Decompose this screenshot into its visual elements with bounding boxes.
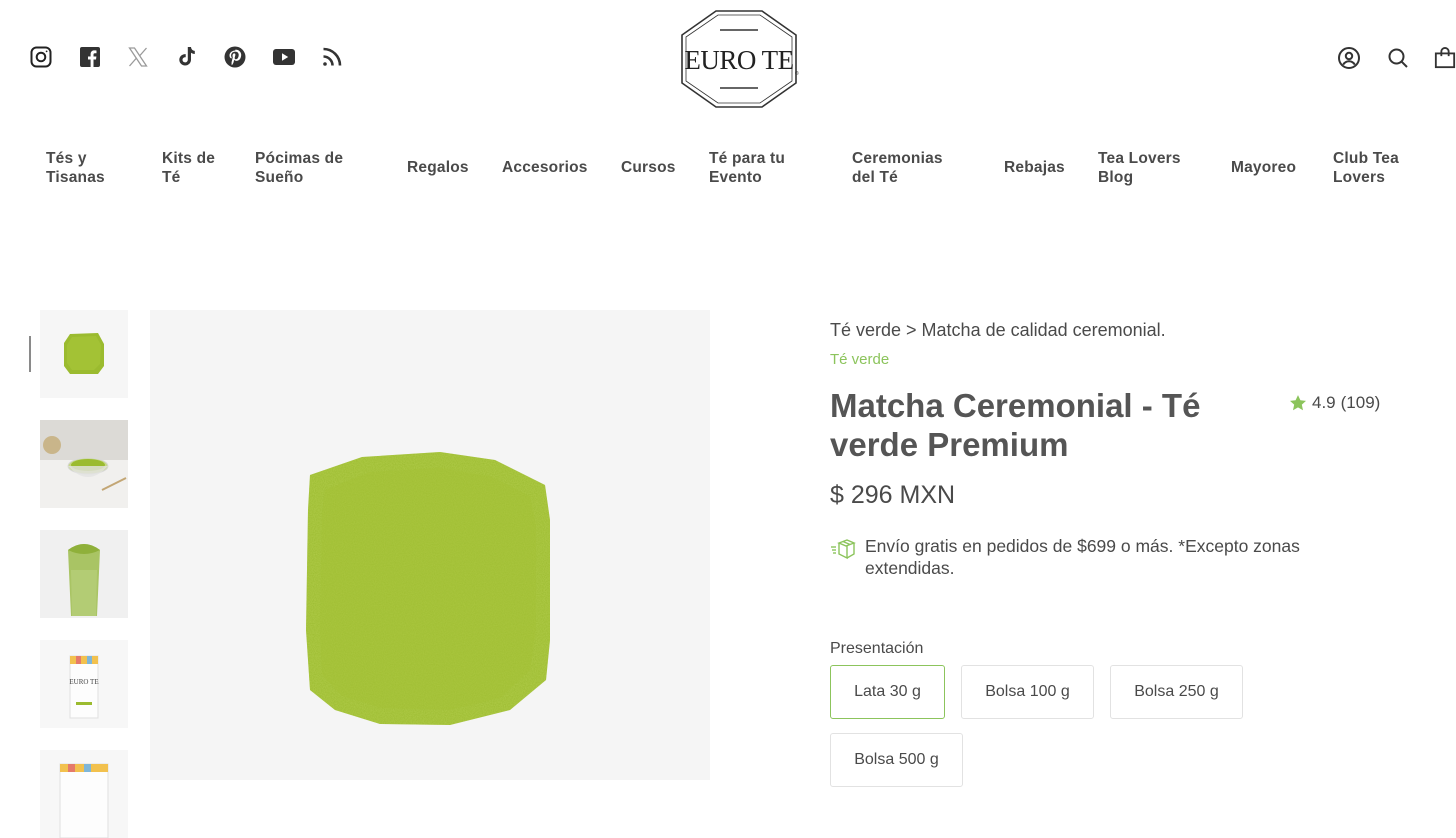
search-icon[interactable] bbox=[1385, 45, 1411, 71]
shipping-note: Envío gratis en pedidos de $699 o más. *… bbox=[830, 535, 1345, 579]
nav-item-mayoreo[interactable]: Mayoreo bbox=[1231, 158, 1296, 177]
shipping-text: Envío gratis en pedidos de $699 o más. *… bbox=[865, 536, 1300, 578]
cart-icon[interactable] bbox=[1434, 45, 1456, 71]
main-nav: Tés y Tisanas Kits de Té Pócimas de Sueñ… bbox=[0, 149, 1456, 189]
x-twitter-icon[interactable] bbox=[125, 44, 151, 70]
nav-item-ceremonias-del-te[interactable]: Ceremonias del Té bbox=[852, 149, 943, 187]
shipping-box-icon bbox=[831, 539, 856, 560]
nav-item-cursos[interactable]: Cursos bbox=[621, 158, 676, 177]
thumbnail-matcha-package[interactable]: EURO TE bbox=[40, 640, 128, 728]
nav-item-regalos[interactable]: Regalos bbox=[407, 158, 469, 177]
tiktok-icon[interactable] bbox=[174, 44, 200, 70]
breadcrumb: Té verde > Matcha de calidad ceremonial. bbox=[830, 320, 1166, 340]
pinterest-icon[interactable] bbox=[222, 44, 248, 70]
product-price: $ 296 MXN bbox=[830, 481, 956, 509]
facebook-icon[interactable] bbox=[77, 44, 103, 70]
rating-value: 4.9 bbox=[1312, 393, 1336, 412]
nav-item-rebajas[interactable]: Rebajas bbox=[1004, 158, 1065, 177]
thumbnail-active-indicator bbox=[29, 336, 31, 372]
thumbnail-matcha-powder[interactable] bbox=[40, 310, 128, 398]
brand-logo[interactable]: EURO TE ® bbox=[678, 8, 800, 110]
thumbnail-matcha-bowl[interactable] bbox=[40, 420, 128, 508]
product-rating[interactable]: 4.9 (109) bbox=[1288, 393, 1380, 413]
svg-text:EURO TE: EURO TE bbox=[69, 678, 98, 686]
rss-icon[interactable] bbox=[319, 44, 345, 70]
youtube-icon[interactable] bbox=[271, 44, 297, 70]
svg-text:®: ® bbox=[795, 70, 799, 77]
review-count: (109) bbox=[1340, 393, 1381, 412]
header-actions bbox=[1336, 45, 1456, 71]
category-link[interactable]: Té verde bbox=[830, 351, 889, 368]
presentation-label: Presentación bbox=[830, 640, 924, 657]
product-title: Matcha Ceremonial - Té verde Premium bbox=[830, 387, 1201, 463]
star-icon bbox=[1290, 395, 1306, 411]
nav-item-club-tea-lovers[interactable]: Club Tea Lovers bbox=[1333, 149, 1399, 187]
nav-item-te-para-tu-evento[interactable]: Té para tu Evento bbox=[709, 149, 785, 187]
nav-item-tea-lovers-blog[interactable]: Tea Lovers Blog bbox=[1098, 149, 1181, 187]
thumbnail-matcha-latte[interactable] bbox=[40, 530, 128, 618]
nav-item-kits-de-te[interactable]: Kits de Té bbox=[162, 149, 215, 187]
thumbnail-matcha-package-2[interactable] bbox=[40, 750, 128, 838]
nav-item-accesorios[interactable]: Accesorios bbox=[502, 158, 588, 177]
option-bolsa-100g[interactable]: Bolsa 100 g bbox=[961, 665, 1094, 719]
account-icon[interactable] bbox=[1336, 45, 1362, 71]
svg-text:EURO TE: EURO TE bbox=[684, 45, 793, 75]
option-bolsa-250g[interactable]: Bolsa 250 g bbox=[1110, 665, 1243, 719]
option-lata-30g[interactable]: Lata 30 g bbox=[830, 665, 945, 719]
option-bolsa-500g[interactable]: Bolsa 500 g bbox=[830, 733, 963, 787]
nav-item-tes-y-tisanas[interactable]: Tés y Tisanas bbox=[46, 149, 105, 187]
nav-item-pocimas-de-sueno[interactable]: Pócimas de Sueño bbox=[255, 149, 343, 187]
instagram-icon[interactable] bbox=[28, 44, 54, 70]
social-links bbox=[28, 44, 368, 70]
product-main-image[interactable] bbox=[150, 310, 710, 780]
